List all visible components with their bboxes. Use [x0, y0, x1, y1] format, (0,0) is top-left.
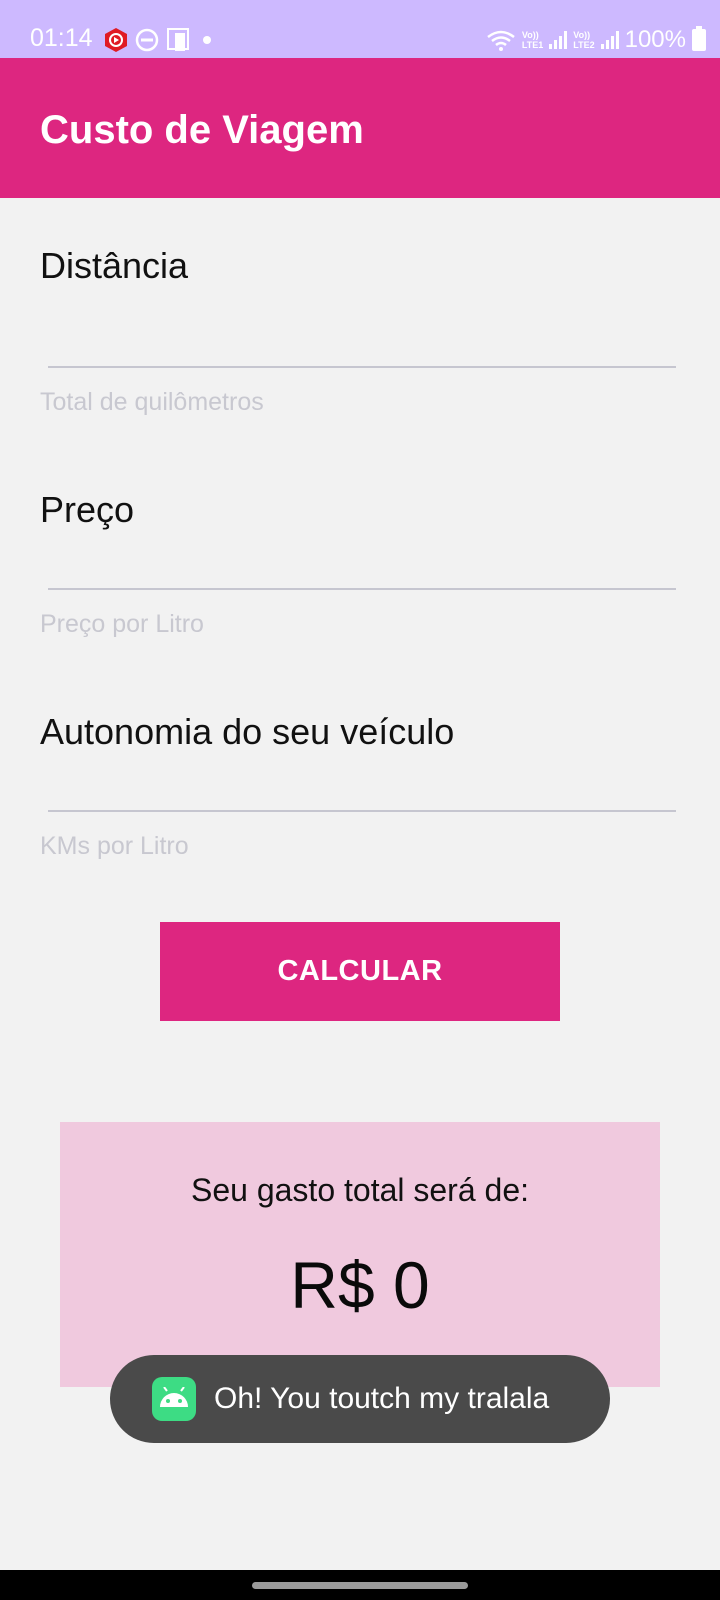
status-bar: 01:14 Vo)) LTE1 Vo)) LTE2 100%: [0, 0, 720, 58]
signal-icon: [600, 31, 619, 49]
autonomy-label: Autonomia do seu veículo: [40, 711, 455, 752]
volte-label: Vo)): [521, 30, 539, 40]
dot-icon: [203, 36, 211, 44]
sim2-label: LTE2: [573, 40, 595, 50]
distance-input[interactable]: [48, 316, 676, 368]
app-bar: Custo de Viagem: [0, 58, 720, 198]
screen-mirror-icon: [167, 28, 189, 51]
toast: Oh! You toutch my tralala: [110, 1355, 610, 1443]
notification-icons: [104, 26, 217, 54]
home-gesture-handle[interactable]: [252, 1582, 468, 1589]
battery-icon: [692, 26, 706, 51]
sim1-lte-icon: Vo)) LTE1: [522, 30, 543, 50]
wifi-icon: [487, 30, 515, 51]
result-label: Seu gasto total será de:: [191, 1172, 529, 1208]
battery-percent: 100%: [624, 26, 686, 53]
sim1-label: LTE1: [521, 40, 544, 50]
price-input[interactable]: [48, 538, 676, 590]
youtube-music-icon: [105, 28, 127, 52]
result-value: R$ 0: [290, 1248, 430, 1322]
distance-label: Distância: [40, 245, 189, 286]
status-time: 01:14: [30, 24, 93, 52]
calculate-button[interactable]: CALCULAR: [160, 922, 560, 1021]
result-card: Seu gasto total será de: R$ 0: [60, 1122, 660, 1387]
system-icons: Vo)) LTE1 Vo)) LTE2 100%: [486, 26, 706, 54]
android-icon: [152, 1377, 196, 1421]
app-title: Custo de Viagem: [40, 108, 364, 152]
autonomy-input[interactable]: [48, 760, 676, 812]
navigation-bar: [0, 1570, 720, 1600]
autonomy-hint: KMs por Litro: [40, 832, 189, 860]
toast-message: Oh! You toutch my tralala: [214, 1382, 550, 1415]
sim2-lte-icon: Vo)) LTE2: [573, 30, 594, 50]
distance-hint: Total de quilômetros: [40, 388, 264, 416]
signal-icon: [549, 31, 568, 49]
volte-label: Vo)): [573, 30, 591, 40]
price-label: Preço: [40, 489, 135, 530]
price-hint: Preço por Litro: [40, 610, 204, 638]
do-not-disturb-icon: [135, 28, 159, 52]
